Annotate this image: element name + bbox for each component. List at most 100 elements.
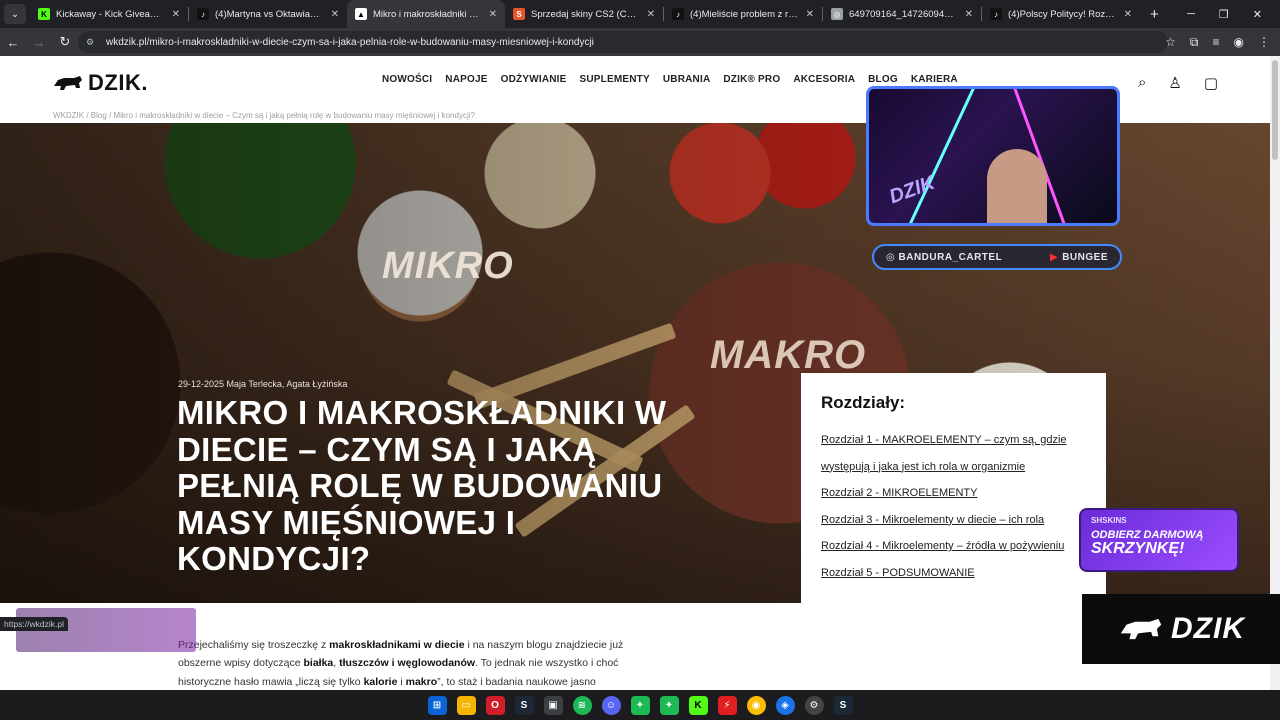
cam-logo-text: DZIK xyxy=(886,171,938,209)
nav-item[interactable]: NOWOŚCI xyxy=(382,74,432,85)
tab-close-icon[interactable]: ✕ xyxy=(331,9,339,20)
nav-item[interactable]: KARIERA xyxy=(911,74,958,85)
browser-tab[interactable]: K Kickaway - Kick Giveaway Tool ✕ xyxy=(30,0,188,28)
instagram-handle: ◎ BANDURA_CARTEL xyxy=(886,252,1002,263)
browser-tab[interactable]: ◎ 649709164_147260946778628 ✕ xyxy=(823,0,981,28)
bold-run: kalorie xyxy=(363,675,398,688)
nav-item[interactable]: SUPLEMENTY xyxy=(580,74,650,85)
nav-item[interactable]: AKCESORIA xyxy=(793,74,855,85)
steam-icon[interactable]: S xyxy=(833,695,853,715)
extensions-icon[interactable]: ⧉ xyxy=(1190,35,1199,50)
table-of-contents: Rozdziały: Rozdział 1 - MAKROELEMENTY – … xyxy=(801,373,1106,604)
lightning-app-icon[interactable]: ⚡ xyxy=(717,695,737,715)
boar-logo-icon xyxy=(1120,618,1162,640)
nav-item[interactable]: ODŻYWIANIE xyxy=(501,74,567,85)
browser-tab[interactable]: ♪ (4)Mieliście problem z rozpozna ✕ xyxy=(664,0,822,28)
article-meta: 29-12-2025 Maja Terlecka, Agata Łyżińska xyxy=(178,379,348,389)
breadcrumb-blog[interactable]: Blog xyxy=(91,111,107,120)
breadcrumb-home[interactable]: WKDZIK xyxy=(53,111,84,120)
toc-heading: Rozdziały: xyxy=(821,393,906,412)
tab-close-icon[interactable]: ✕ xyxy=(965,9,973,20)
bookmark-star-icon[interactable]: ☆ xyxy=(1165,35,1176,49)
site-logo[interactable]: DZIK. xyxy=(52,70,148,96)
address-bar[interactable]: ⚙ wkdzik.pl/mikro-i-makroskladniki-w-die… xyxy=(78,31,1168,53)
monitor-icon[interactable]: ▣ xyxy=(543,695,563,715)
tab-favicon-icon: ♪ xyxy=(197,8,209,20)
youtube-icon: ▶ xyxy=(1050,251,1059,263)
search-icon[interactable]: ⌕ xyxy=(1138,74,1146,92)
forward-arrow-icon[interactable]: → xyxy=(26,35,52,50)
browser-menu-icon[interactable]: ⋮ xyxy=(1258,35,1270,49)
app-icon[interactable]: ✦ xyxy=(630,695,650,715)
nav-item[interactable]: UBRANIA xyxy=(663,74,711,85)
tab-favicon-icon: ◎ xyxy=(831,8,843,20)
cart-icon[interactable]: ▢ xyxy=(1204,74,1218,92)
tab-title: (4)Martyna vs Oktawian w poje xyxy=(215,8,325,20)
url-text: wkdzik.pl/mikro-i-makroskladniki-w-dieci… xyxy=(106,36,594,48)
account-icon[interactable]: ♙ xyxy=(1168,74,1181,92)
nav-item[interactable]: BLOG xyxy=(868,74,898,85)
new-tab-button[interactable]: + xyxy=(1150,6,1159,23)
tab-title: Kickaway - Kick Giveaway Tool xyxy=(56,8,166,20)
toc-chapter-1[interactable]: Rozdział 1 - MAKROELEMENTY – czym są, gd… xyxy=(821,427,1086,480)
tab-favicon-icon: ▲ xyxy=(355,8,367,20)
window-controls: ─ ❐ ✕ xyxy=(1187,0,1280,28)
toc-chapter-3[interactable]: Rozdział 3 - Mikroelementy w diecie – ic… xyxy=(821,507,1086,534)
chrome-icon[interactable]: ◉ xyxy=(746,695,766,715)
tab-bar: ⌄ K Kickaway - Kick Giveaway Tool ✕ ♪ (4)Mar… xyxy=(0,0,1280,28)
nav-item[interactable]: DZIK® PRO xyxy=(723,74,780,85)
toc-chapter-2[interactable]: Rozdział 2 - MIKROELEMENTY xyxy=(821,480,1086,507)
tab-favicon-icon: ♪ xyxy=(672,8,684,20)
browser-tab[interactable]: ♪ (4)Martyna vs Oktawian w poje ✕ xyxy=(189,0,347,28)
hero-image-word-makro: MAKRO xyxy=(710,333,867,377)
file-explorer-icon[interactable]: ▭ xyxy=(456,695,476,715)
media-control-icon[interactable]: ≡ xyxy=(1213,35,1220,49)
reload-icon[interactable]: ↻ xyxy=(52,34,78,50)
tab-favicon-icon: S xyxy=(513,8,525,20)
toc-chapter-5[interactable]: Rozdział 5 - PODSUMOWANIE xyxy=(821,560,1086,587)
browser-tab[interactable]: S Sprzedaj skiny CS2 (CS:GO) | N ✕ xyxy=(505,0,663,28)
discord-icon[interactable]: ☺ xyxy=(601,695,621,715)
main-navigation: NOWOŚCI NAPOJE ODŻYWIANIE SUPLEMENTY UBRANIA… xyxy=(382,74,958,85)
nav-item[interactable]: NAPOJE xyxy=(445,74,487,85)
close-window-icon[interactable]: ✕ xyxy=(1253,8,1262,21)
text-run: i xyxy=(397,675,406,688)
back-arrow-icon[interactable]: ← xyxy=(0,35,26,50)
breadcrumb-current: Mikro i makroskładniki w diecie – Czym s… xyxy=(113,111,475,120)
os-taskbar: ⊞ ▭ O S ▣ ≋ ☺ ✦ ✦ K ⚡ ◉ ◈ ⚙ S xyxy=(0,690,1280,720)
tab-favicon-icon: K xyxy=(38,8,50,20)
youtube-text: BUNGEE xyxy=(1062,251,1108,263)
minimize-icon[interactable]: ─ xyxy=(1187,8,1195,20)
settings-icon[interactable]: ⚙ xyxy=(804,695,824,715)
windows-start-icon[interactable]: ⊞ xyxy=(427,695,447,715)
profile-icon[interactable]: ◉ xyxy=(1234,35,1244,49)
app-icon[interactable]: ✦ xyxy=(659,695,679,715)
tab-close-icon[interactable]: ✕ xyxy=(172,9,180,20)
webcam-frame: DZIK xyxy=(866,86,1120,226)
opera-icon[interactable]: O xyxy=(485,695,505,715)
tab-close-icon[interactable]: ✕ xyxy=(1124,9,1132,20)
tab-search-button[interactable]: ⌄ xyxy=(4,4,26,24)
tab-close-icon[interactable]: ✕ xyxy=(647,9,655,20)
spotify-icon[interactable]: ≋ xyxy=(572,695,592,715)
browser-tab[interactable]: ♪ (4)Polscy Politycy! Rozpoznasz ✕ xyxy=(982,0,1140,28)
bold-run: makroskładnikami w diecie xyxy=(329,639,465,651)
text-run: Przejechaliśmy się troszeczkę z xyxy=(178,639,330,651)
steam-icon[interactable]: S xyxy=(514,695,534,715)
youtube-handle: ▶ BUNGEE xyxy=(1050,252,1108,263)
scrollbar-thumb[interactable] xyxy=(1272,60,1278,160)
social-handles-bar: ◎ BANDURA_CARTEL ▶ BUNGEE xyxy=(872,244,1122,270)
app-icon[interactable]: ◈ xyxy=(775,695,795,715)
kick-icon[interactable]: K xyxy=(688,695,708,715)
promo-line2: SKRZYNKĘ! xyxy=(1091,540,1185,557)
browser-tab[interactable]: ▲ Mikro i makroskładniki w diecie ✕ xyxy=(347,0,505,28)
site-info-icon[interactable]: ⚙ xyxy=(86,37,100,48)
tab-close-icon[interactable]: ✕ xyxy=(489,9,497,20)
bold-run: makro xyxy=(405,675,438,688)
neon-light xyxy=(905,89,976,223)
tab-title: (4)Mieliście problem z rozpozna xyxy=(690,8,800,20)
article-title: MIKRO I MAKROSKŁADNIKI W DIECIE – CZYM S… xyxy=(177,394,667,577)
toc-chapter-4[interactable]: Rozdział 4 - Mikroelementy – źródła w po… xyxy=(821,533,1086,560)
tab-close-icon[interactable]: ✕ xyxy=(806,9,814,20)
maximize-icon[interactable]: ❐ xyxy=(1219,8,1229,21)
